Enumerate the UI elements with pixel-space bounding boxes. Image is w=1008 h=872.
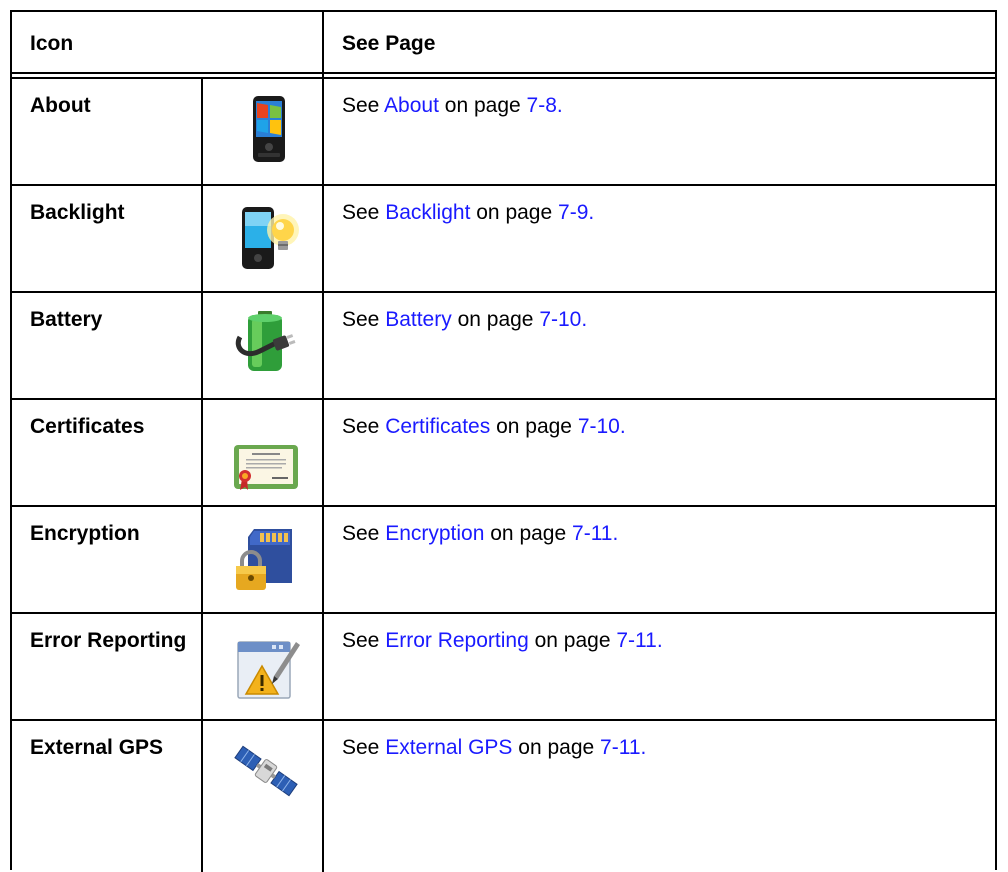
row-description: See Certificates on page 7-10. <box>342 415 626 438</box>
row-name: About <box>30 94 91 117</box>
table-row: Error Reporting See Error Reporting on p… <box>12 614 995 719</box>
table-row: Certificates See Certificates on page 7-… <box>12 400 995 505</box>
table-row: External GPS See External GPS on page 7-… <box>12 721 995 872</box>
page-number-link[interactable]: 7-8. <box>527 94 563 117</box>
page-number-link[interactable]: 7-9. <box>558 201 594 224</box>
page-number-link[interactable]: 7-10. <box>539 308 587 331</box>
satellite-icon <box>232 737 300 805</box>
row-name: Encryption <box>30 522 140 545</box>
table-row: Battery See Battery on page 7-10. <box>12 293 995 398</box>
page-link[interactable]: External GPS <box>385 736 512 759</box>
page-link[interactable]: About <box>384 94 439 117</box>
page-number-link[interactable]: 7-10. <box>578 415 626 438</box>
row-description: See About on page 7-8. <box>342 94 563 117</box>
sd-card-lock-icon <box>232 525 300 593</box>
certificate-icon <box>232 432 300 500</box>
page-link[interactable]: Certificates <box>385 415 490 438</box>
row-name: Battery <box>30 308 103 331</box>
icon-table: Icon See Page About See About on page 7-… <box>10 10 997 872</box>
header-icon: Icon <box>30 32 74 55</box>
row-name: Certificates <box>30 415 145 438</box>
battery-plug-icon <box>230 307 298 375</box>
row-name: External GPS <box>30 736 164 759</box>
row-name: Error Reporting <box>30 629 187 652</box>
row-description: See Backlight on page 7-9. <box>342 201 595 224</box>
page-link[interactable]: Backlight <box>385 201 470 224</box>
row-description: See Encryption on page 7-11. <box>342 522 619 545</box>
header-see-page: See Page <box>342 32 436 55</box>
page-link[interactable]: Battery <box>385 308 452 331</box>
row-description: See External GPS on page 7-11. <box>342 736 647 759</box>
error-report-icon <box>234 636 302 704</box>
backlight-bulb-icon <box>234 204 302 272</box>
page-link[interactable]: Encryption <box>385 522 484 545</box>
row-description: See Battery on page 7-10. <box>342 308 588 331</box>
table-row: About See About on page 7-8. <box>12 79 995 184</box>
table-row: Encryption See Encryption on page 7-11. <box>12 507 995 612</box>
row-description: See Error Reporting on page 7-11. <box>342 629 663 652</box>
pda-phone-icon <box>235 95 303 163</box>
page-number-link[interactable]: 7-11. <box>572 522 618 545</box>
page-link[interactable]: Error Reporting <box>385 629 529 652</box>
header-rule <box>12 72 995 74</box>
page-number-link[interactable]: 7-11. <box>600 736 646 759</box>
table-header: Icon See Page <box>12 12 995 72</box>
page-number-link[interactable]: 7-11. <box>616 629 662 652</box>
table-row: Backlight See Backlight on page 7-9. <box>12 186 995 291</box>
row-name: Backlight <box>30 201 125 224</box>
